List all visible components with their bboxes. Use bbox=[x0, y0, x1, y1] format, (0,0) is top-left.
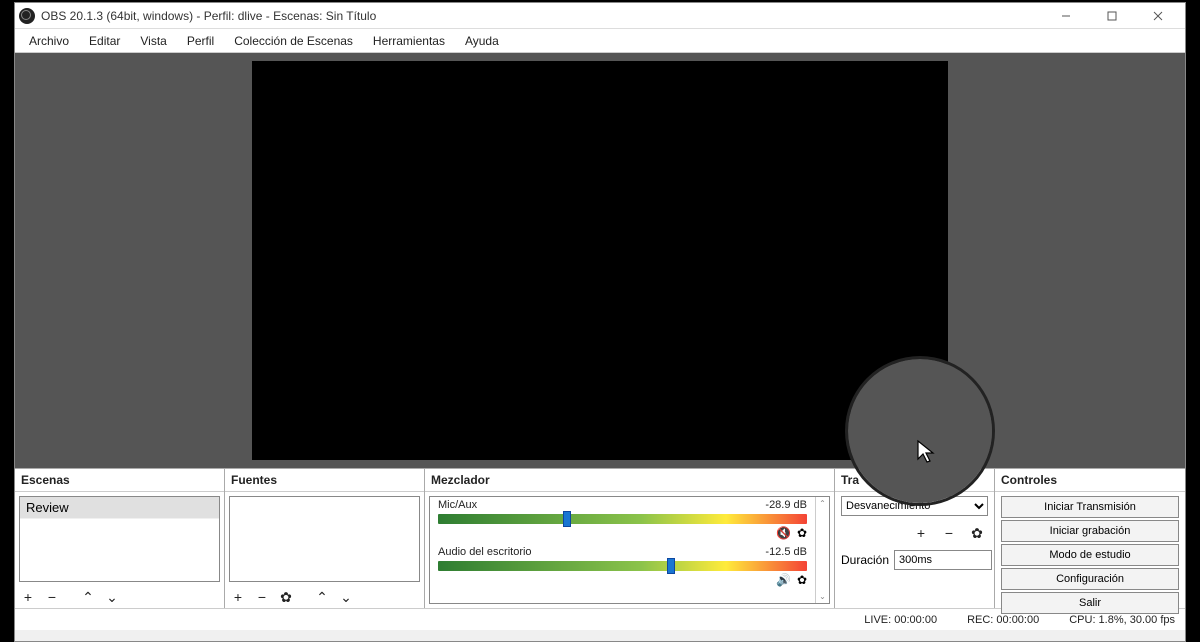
panel-mixer-header: Mezclador bbox=[425, 469, 834, 492]
scene-up-button[interactable]: ⌃ bbox=[79, 588, 97, 606]
gear-icon[interactable]: ✿ bbox=[797, 573, 807, 587]
titlebar: OBS 20.1.3 (64bit, windows) - Perfil: dl… bbox=[15, 3, 1185, 29]
remove-scene-button[interactable]: − bbox=[43, 588, 61, 606]
gear-icon[interactable]: ✿ bbox=[797, 526, 807, 540]
start-streaming-button[interactable]: Iniciar Transmisión bbox=[1001, 496, 1179, 518]
maximize-button[interactable] bbox=[1089, 3, 1135, 29]
panel-sources-header: Fuentes bbox=[225, 469, 424, 492]
panel-controls-header: Controles bbox=[995, 469, 1185, 492]
status-rec: REC: 00:00:00 bbox=[967, 614, 1039, 626]
scene-down-button[interactable]: ⌄ bbox=[103, 588, 121, 606]
duration-label: Duración bbox=[841, 553, 889, 567]
mixer-volume-handle[interactable] bbox=[563, 511, 571, 527]
remove-source-button[interactable]: − bbox=[253, 588, 271, 606]
mixer-volume-slider[interactable] bbox=[438, 514, 807, 524]
minus-icon: − bbox=[48, 589, 56, 605]
menu-archivo[interactable]: Archivo bbox=[19, 34, 79, 48]
status-live: LIVE: 00:00:00 bbox=[864, 614, 937, 626]
mixer-scrollbar[interactable]: ⌃⌄ bbox=[815, 497, 829, 603]
minus-icon: − bbox=[258, 589, 266, 605]
menubar: Archivo Editar Vista Perfil Colección de… bbox=[15, 29, 1185, 53]
chevron-down-icon: ⌄ bbox=[106, 589, 118, 606]
speaker-icon[interactable]: 🔊 bbox=[776, 573, 791, 587]
chevron-up-icon: ⌃ bbox=[82, 589, 94, 606]
source-up-button[interactable]: ⌃ bbox=[313, 588, 331, 606]
mixer-channel-name: Audio del escritorio bbox=[438, 546, 532, 558]
mixer-channel-db: -12.5 dB bbox=[765, 546, 807, 558]
mixer-channel-name: Mic/Aux bbox=[438, 499, 477, 511]
menu-coleccion[interactable]: Colección de Escenas bbox=[224, 34, 363, 48]
panel-scenes: Escenas Review + − ⌃ ⌄ bbox=[15, 469, 225, 608]
gear-icon: ✿ bbox=[971, 525, 983, 542]
studio-mode-button[interactable]: Modo de estudio bbox=[1001, 544, 1179, 566]
exit-button[interactable]: Salir bbox=[1001, 592, 1179, 614]
panel-mixer: Mezclador Mic/Aux -28.9 dB 🔇 bbox=[425, 469, 835, 608]
scenes-list[interactable]: Review bbox=[19, 496, 220, 582]
chevron-up-icon: ⌃ bbox=[819, 499, 826, 508]
plus-icon: + bbox=[24, 589, 32, 605]
scene-item[interactable]: Review bbox=[20, 497, 219, 519]
settings-button[interactable]: Configuración bbox=[1001, 568, 1179, 590]
source-settings-button[interactable]: ✿ bbox=[277, 588, 295, 606]
preview-canvas[interactable] bbox=[252, 61, 948, 460]
minimize-icon bbox=[1061, 11, 1071, 21]
menu-ayuda[interactable]: Ayuda bbox=[455, 34, 509, 48]
plus-icon: + bbox=[234, 589, 242, 605]
sources-list[interactable] bbox=[229, 496, 420, 582]
window-title: OBS 20.1.3 (64bit, windows) - Perfil: dl… bbox=[41, 9, 376, 23]
mixer-volume-handle[interactable] bbox=[667, 558, 675, 574]
minus-icon: − bbox=[945, 525, 953, 541]
chevron-down-icon: ⌄ bbox=[340, 589, 352, 606]
close-button[interactable] bbox=[1135, 3, 1181, 29]
chevron-down-icon: ⌄ bbox=[819, 592, 826, 601]
menu-editar[interactable]: Editar bbox=[79, 34, 130, 48]
start-recording-button[interactable]: Iniciar grabación bbox=[1001, 520, 1179, 542]
app-icon bbox=[19, 8, 35, 24]
window-controls bbox=[1043, 3, 1181, 29]
preview-area bbox=[15, 53, 1185, 468]
panel-sources: Fuentes + − ✿ ⌃ ⌄ bbox=[225, 469, 425, 608]
menu-perfil[interactable]: Perfil bbox=[177, 34, 224, 48]
menu-vista[interactable]: Vista bbox=[130, 34, 176, 48]
panel-scenes-header: Escenas bbox=[15, 469, 224, 492]
mixer-volume-slider[interactable] bbox=[438, 561, 807, 571]
status-cpu: CPU: 1.8%, 30.00 fps bbox=[1069, 614, 1175, 626]
duration-input[interactable] bbox=[894, 550, 992, 570]
maximize-icon bbox=[1107, 11, 1117, 21]
panels-row: Escenas Review + − ⌃ ⌄ Fuentes + − ✿ ⌃ bbox=[15, 468, 1185, 608]
mixer-channel-db: -28.9 dB bbox=[765, 499, 807, 511]
add-transition-button[interactable]: + bbox=[912, 524, 930, 542]
add-source-button[interactable]: + bbox=[229, 588, 247, 606]
mute-icon[interactable]: 🔇 bbox=[776, 526, 791, 540]
add-scene-button[interactable]: + bbox=[19, 588, 37, 606]
source-down-button[interactable]: ⌄ bbox=[337, 588, 355, 606]
minimize-button[interactable] bbox=[1043, 3, 1089, 29]
app-window: OBS 20.1.3 (64bit, windows) - Perfil: dl… bbox=[14, 2, 1186, 642]
menu-herramientas[interactable]: Herramientas bbox=[363, 34, 455, 48]
chevron-up-icon: ⌃ bbox=[316, 589, 328, 606]
scenes-footer: + − ⌃ ⌄ bbox=[15, 586, 224, 608]
panel-transitions-header: Tra bbox=[835, 469, 994, 492]
transition-select[interactable]: Desvanecimiento bbox=[841, 496, 988, 516]
gear-icon: ✿ bbox=[280, 589, 292, 606]
panel-controls: Controles Iniciar Transmisión Iniciar gr… bbox=[995, 469, 1185, 608]
panel-transitions: Tra Desvanecimiento + − ✿ Duración bbox=[835, 469, 995, 608]
remove-transition-button[interactable]: − bbox=[940, 524, 958, 542]
transition-settings-button[interactable]: ✿ bbox=[968, 524, 986, 542]
close-icon bbox=[1153, 11, 1163, 21]
mixer-channel: Audio del escritorio -12.5 dB 🔊 ✿ bbox=[430, 544, 815, 591]
mixer-channel: Mic/Aux -28.9 dB 🔇 ✿ bbox=[430, 497, 815, 544]
sources-footer: + − ✿ ⌃ ⌄ bbox=[225, 586, 424, 608]
plus-icon: + bbox=[917, 525, 925, 541]
mixer-body: Mic/Aux -28.9 dB 🔇 ✿ bbox=[429, 496, 830, 604]
